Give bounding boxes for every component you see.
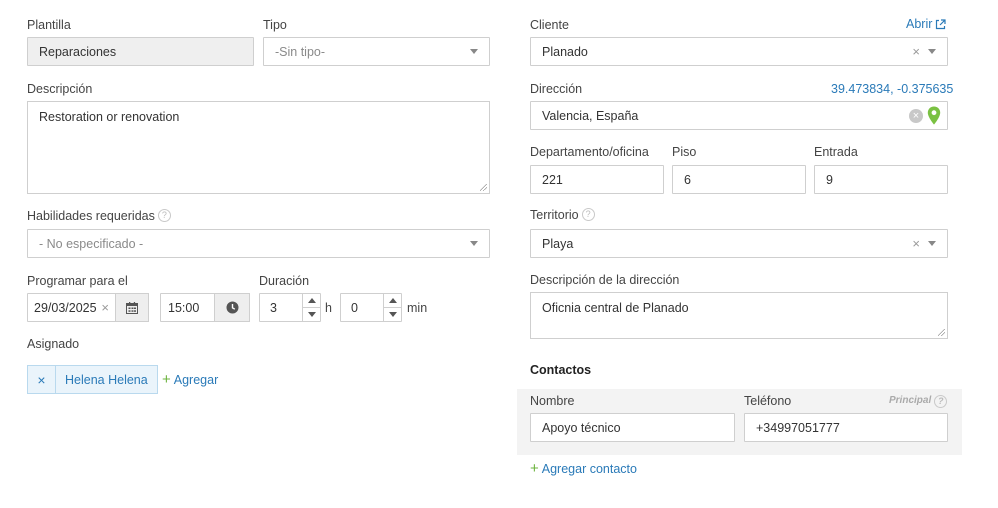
minutes-stepper[interactable] [383,294,401,321]
clear-address-icon[interactable]: × [909,108,923,123]
territory-label: Territorio? [530,207,595,223]
add-assignee-link[interactable]: + Agregar [162,371,218,388]
chevron-down-icon [928,241,936,246]
type-label: Tipo [263,18,287,32]
contact-phone-input[interactable]: +34997051777 [744,413,948,442]
stepper-up-icon[interactable] [303,294,320,308]
hours-stepper[interactable] [302,294,320,321]
schedule-label: Programar para el [27,274,128,288]
open-client-link[interactable]: Abrir [906,17,947,31]
department-value: 221 [542,172,563,187]
template-value: Reparaciones [39,44,117,59]
floor-label: Piso [672,145,697,159]
client-label: Cliente [530,18,569,32]
clear-territory-icon[interactable]: × [912,237,920,250]
help-icon[interactable]: ? [157,209,171,222]
contacts-title: Contactos [530,363,592,377]
resize-handle-icon[interactable] [938,329,945,336]
entrance-input[interactable]: 9 [814,165,948,194]
date-input[interactable]: 29/03/2025 × [27,293,116,322]
floor-input[interactable]: 6 [672,165,806,194]
duration-label: Duración [259,274,310,288]
principal-label: Principal? [889,395,948,408]
description-textarea[interactable]: Restoration or renovation [27,101,490,194]
skills-placeholder: - No especificado - [39,236,144,251]
address-description-label: Descripción de la dirección [530,273,680,287]
time-picker-button[interactable] [214,293,250,322]
department-input[interactable]: 221 [530,165,664,194]
assigned-user-name: Helena Helena [65,372,148,387]
template-field[interactable]: Reparaciones [27,37,254,66]
address-label: Dirección [530,82,583,96]
add-assignee-label: Agregar [173,372,219,387]
client-select[interactable]: Planado × [530,37,948,66]
add-contact-label: Agregar contacto [541,461,637,476]
contact-name-label: Nombre [530,394,575,408]
stepper-down-icon[interactable] [384,308,401,321]
contact-phone-label: Teléfono [744,394,792,408]
calendar-button[interactable] [115,293,149,322]
chevron-down-icon [470,49,478,54]
remove-user-icon[interactable]: × [28,366,56,393]
hours-unit: h [325,301,332,315]
resize-handle-icon[interactable] [480,184,487,191]
type-placeholder: -Sin tipo- [275,44,326,59]
calendar-icon [126,301,138,314]
template-label: Plantilla [27,18,71,32]
open-client-label: Abrir [906,17,933,31]
address-input[interactable]: Valencia, España × [530,101,948,130]
address-description-textarea[interactable]: Oficnia central de Planado [530,292,948,339]
territory-value: Playa [542,236,574,251]
description-value: Restoration or renovation [39,110,180,124]
type-select[interactable]: -Sin tipo- [263,37,490,66]
map-pin-icon[interactable] [927,106,941,125]
contact-name-value: Apoyo técnico [542,420,621,435]
assigned-label: Asignado [27,337,80,351]
department-label: Departamento/oficina [530,145,649,159]
help-icon[interactable]: ? [934,395,948,408]
time-input[interactable]: 15:00 [160,293,216,322]
floor-value: 6 [684,172,691,187]
skills-select[interactable]: - No especificado - [27,229,490,258]
chevron-down-icon [470,241,478,246]
client-value: Planado [542,44,588,59]
minutes-unit: min [407,301,428,315]
clock-icon [226,301,238,314]
clear-date-icon[interactable]: × [101,301,109,314]
entrance-value: 9 [826,172,833,187]
address-description-value: Oficnia central de Planado [542,301,689,315]
territory-select[interactable]: Playa × [530,229,948,258]
address-coordinates-link[interactable]: 39.473834, -0.375635 [831,82,953,96]
description-label: Descripción [27,82,93,96]
entrance-label: Entrada [814,145,858,159]
duration-minutes-input[interactable]: 0 [340,293,402,322]
principal-label-text: Principal [889,395,932,406]
stepper-up-icon[interactable] [384,294,401,308]
help-icon[interactable]: ? [581,208,595,221]
add-contact-link[interactable]: + Agregar contacto [530,460,637,477]
clear-client-icon[interactable]: × [912,45,920,58]
plus-icon: + [530,460,539,477]
skills-label: Habilidades requeridas? [27,208,171,224]
assigned-user-chip: × Helena Helena [27,365,158,394]
contact-phone-value: +34997051777 [756,420,840,435]
skills-label-text: Habilidades requeridas [27,209,155,223]
address-value: Valencia, España [542,108,639,123]
time-value: 15:00 [168,300,200,315]
date-value: 29/03/2025 [34,300,97,315]
territory-label-text: Territorio [530,208,579,222]
stepper-down-icon[interactable] [303,308,320,321]
duration-hours-input[interactable]: 3 [259,293,321,322]
chevron-down-icon [928,49,936,54]
external-link-icon [936,18,947,29]
plus-icon: + [162,371,171,388]
contact-name-input[interactable]: Apoyo técnico [530,413,735,442]
